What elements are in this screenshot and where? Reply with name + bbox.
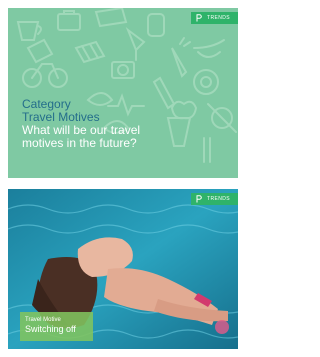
p-logo-icon (196, 195, 202, 203)
trends-badge: TRENDS (191, 12, 238, 24)
p-logo-icon (196, 14, 202, 22)
card-title-block: Category Travel Motives What will be our… (22, 98, 222, 150)
bike-icon (22, 63, 68, 88)
ring-icon (193, 69, 219, 95)
trends-badge: TRENDS (191, 193, 238, 205)
bowl-icon (193, 39, 225, 58)
question-line-2: motives in the future? (22, 136, 137, 150)
travel-motive-card[interactable]: TRENDS Travel Motive Switching off (8, 189, 238, 349)
motive-label-box: Travel Motive Switching off (20, 312, 93, 341)
backpack-icon (147, 13, 165, 37)
solar-panel-icon (74, 40, 106, 64)
motive-label: Travel Motive (25, 317, 61, 323)
ticket-icon (94, 8, 128, 28)
travel-icons-pattern (16, 8, 237, 163)
badge-label: TRENDS (207, 196, 230, 202)
coffee-cup-icon (16, 21, 42, 41)
category-card[interactable]: TRENDS Category Travel Motives What will… (8, 8, 238, 178)
camera-icon (111, 61, 135, 79)
tag-icon (26, 38, 54, 64)
carrot-icon (171, 37, 191, 78)
motive-title: Switching off (25, 324, 76, 334)
suitcase-icon (57, 10, 81, 31)
badge-label: TRENDS (207, 15, 230, 21)
lamp-icon (125, 27, 146, 61)
